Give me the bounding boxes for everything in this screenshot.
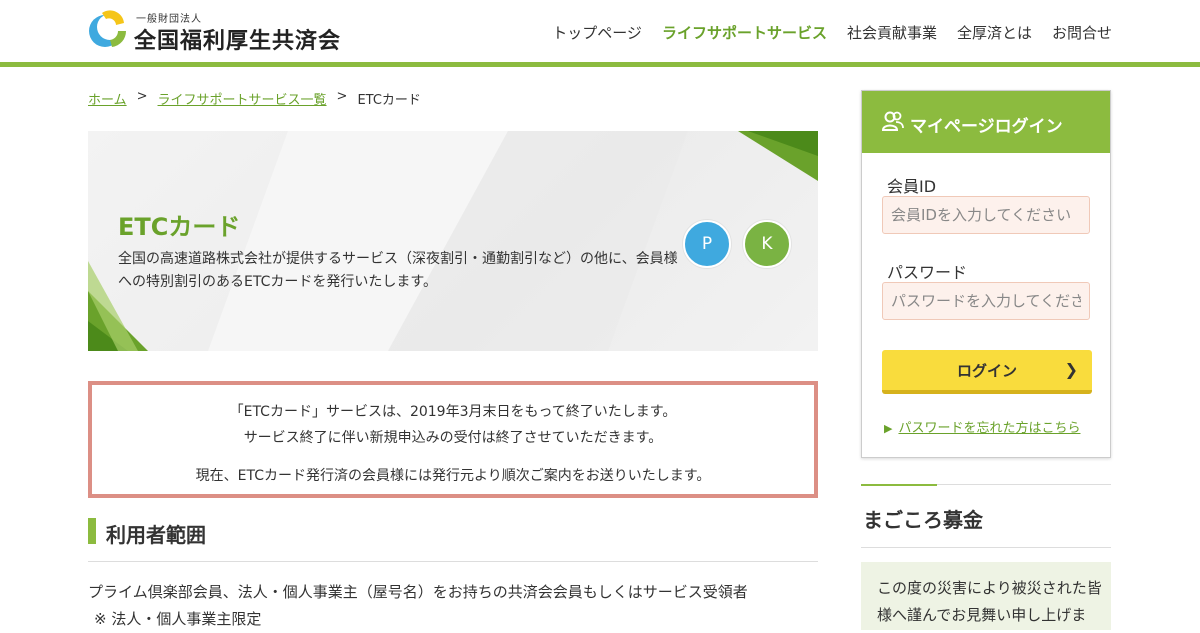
heading-accent-line xyxy=(861,484,937,486)
password-label: パスワード xyxy=(887,263,968,282)
heading-accent-bar xyxy=(88,518,96,544)
nav-item-top[interactable]: トップページ xyxy=(552,22,642,43)
login-button[interactable]: ログイン ❯ xyxy=(882,350,1092,394)
password-input[interactable] xyxy=(882,282,1090,320)
premium-badge: P xyxy=(683,220,731,268)
section-heading: 利用者範囲 xyxy=(88,518,818,562)
service-end-notice: 「ETCカード」サービスは、2019年3月末日をもって終了いたします。 サービス… xyxy=(88,381,818,498)
forgot-password-text: パスワードを忘れた方はこちら xyxy=(898,421,1081,436)
breadcrumb-home[interactable]: ホーム xyxy=(88,89,127,108)
chevron-right-icon: ❯ xyxy=(1064,360,1078,379)
hero-description: 全国の高速道路株式会社が提供するサービス（深夜割引・通勤割引など）の他に、会員様… xyxy=(118,251,678,290)
notice-line: 現在、ETCカード発行済の会員様には発行元より順次ご案内をお送りいたします。 xyxy=(195,468,711,484)
hero-banner: ETCカード 全国の高速道路株式会社が提供するサービス（深夜割引・通勤割引など）… xyxy=(88,131,818,351)
notice-line: サービス終了に伴い新規申込みの受付は終了させていただきます。 xyxy=(243,430,663,446)
login-header: マイページログイン xyxy=(862,91,1110,153)
nav-item-social[interactable]: 社会貢献事業 xyxy=(847,22,937,43)
magokoro-message-box: この度の災害により被災された皆様へ謹んでお見舞い申し上げます。 xyxy=(861,562,1111,630)
section-title: 利用者範囲 xyxy=(106,523,206,547)
magokoro-heading: まごころ募金 xyxy=(861,484,1111,548)
login-button-label: ログイン xyxy=(956,361,1017,380)
nav-item-contact[interactable]: お問合せ xyxy=(1052,22,1112,43)
forgot-password-link[interactable]: ▶ パスワードを忘れた方はこちら xyxy=(884,417,1080,436)
magokoro-message: この度の災害により被災された皆様へ謹んでお見舞い申し上げます。 xyxy=(877,579,1102,624)
section-body: プライム倶楽部会員、法人・個人事業主（屋号名）をお持ちの共済会会員もしくはサービ… xyxy=(88,579,818,633)
page-title: ETCカード xyxy=(118,213,241,241)
section-note: ※ 法人・個人事業主限定 xyxy=(94,610,262,628)
login-title: マイページログイン xyxy=(910,117,1063,137)
logo-icon xyxy=(89,10,127,47)
member-id-input[interactable] xyxy=(882,196,1090,234)
nav-item-life-support[interactable]: ライフサポートサービス xyxy=(662,22,827,43)
kyosai-badge: K xyxy=(743,220,791,268)
triangle-right-icon: ▶ xyxy=(884,422,893,435)
logo-name: 全国福利厚生共済会 xyxy=(134,29,342,54)
login-panel: マイページログイン 会員ID パスワード ログイン ❯ ▶ パスワードを忘れた方は… xyxy=(861,90,1111,458)
magokoro-title: まごころ募金 xyxy=(863,508,983,532)
breadcrumb: ホーム > ライフサポートサービス一覧 > ETCカード xyxy=(88,89,421,108)
main-nav: トップページ ライフサポートサービス 社会貢献事業 全厚済とは お問合せ xyxy=(552,22,1112,43)
member-id-label: 会員ID xyxy=(887,177,937,196)
site-logo[interactable]: 一般財団法人 全国福利厚生共済会 xyxy=(88,9,342,54)
breadcrumb-current: ETCカード xyxy=(357,93,421,108)
notice-line: 「ETCカード」サービスは、2019年3月末日をもって終了いたします。 xyxy=(229,404,677,420)
user-icon xyxy=(882,111,904,131)
breadcrumb-service-list[interactable]: ライフサポートサービス一覧 xyxy=(158,89,327,108)
breadcrumb-separator: > xyxy=(136,89,148,104)
nav-item-about[interactable]: 全厚済とは xyxy=(957,22,1032,43)
site-header: 一般財団法人 全国福利厚生共済会 トップページ ライフサポートサービス 社会貢献… xyxy=(0,0,1200,67)
section-text: プライム倶楽部会員、法人・個人事業主（屋号名）をお持ちの共済会会員もしくはサービ… xyxy=(88,583,748,601)
breadcrumb-separator: > xyxy=(336,89,348,104)
